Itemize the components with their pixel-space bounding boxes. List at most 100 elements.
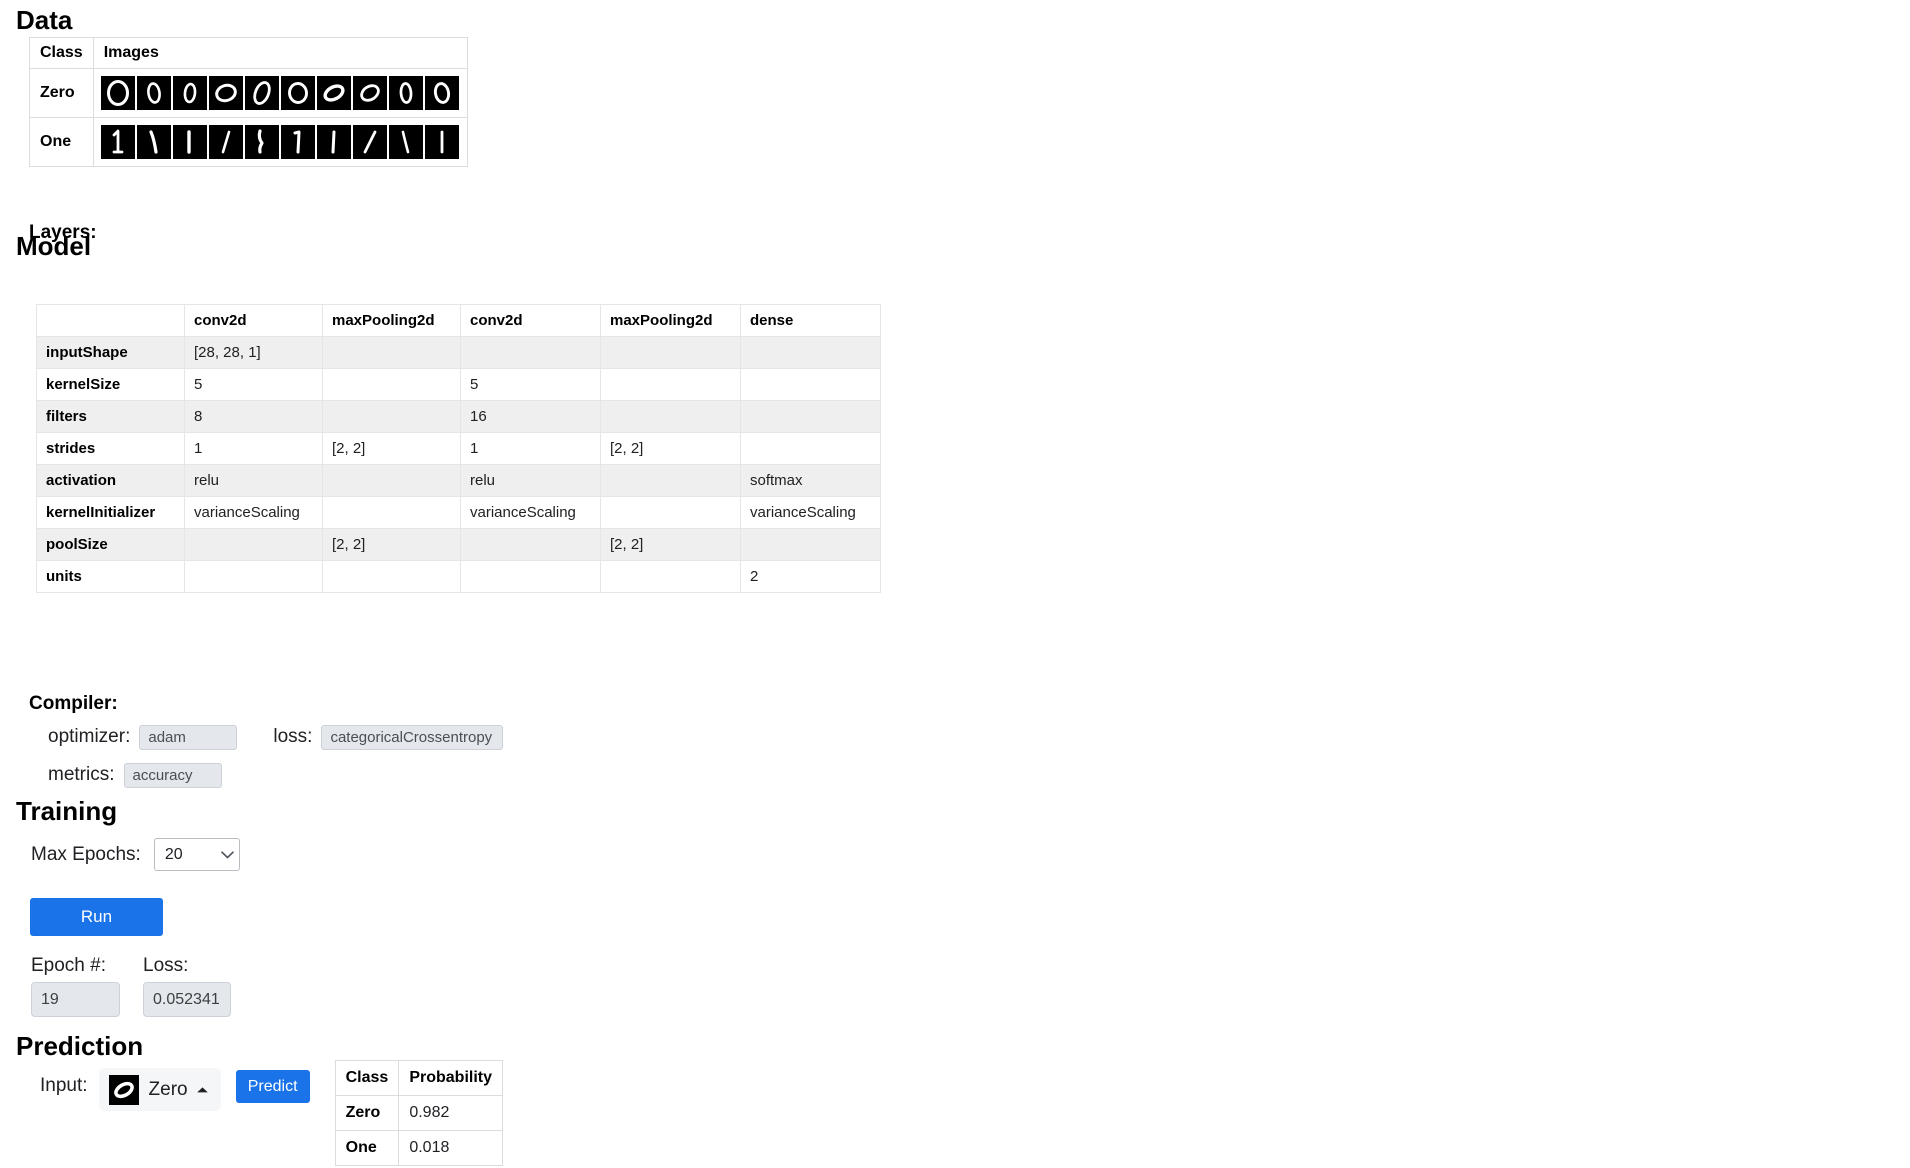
layers-value-cell bbox=[322, 496, 461, 529]
layers-header-row: conv2d maxPooling2d conv2d maxPooling2d dens… bbox=[36, 304, 881, 337]
model-layers-table: conv2d maxPooling2d conv2d maxPooling2d dens… bbox=[36, 304, 881, 593]
layers-value-cell: 8 bbox=[184, 400, 323, 433]
layers-value-cell: [2, 2] bbox=[600, 528, 741, 561]
layers-column-header: conv2d bbox=[460, 304, 601, 337]
data-samples-table: Class Images Zero One bbox=[29, 37, 468, 167]
prediction-probability-table: Class Probability Zero 0.982 One 0.018 bbox=[334, 1060, 504, 1166]
layers-property-label: strides bbox=[36, 432, 185, 465]
digit-one-thumbnail-icon bbox=[244, 125, 279, 159]
layers-value-cell bbox=[600, 464, 741, 497]
max-epochs-value: 20 bbox=[164, 845, 183, 863]
layers-value-cell: [2, 2] bbox=[322, 528, 461, 561]
layers-value-cell bbox=[740, 400, 881, 433]
layers-value-cell: [28, 28, 1] bbox=[184, 336, 323, 369]
loss-block: Loss: 0.052341 bbox=[143, 955, 231, 1017]
prediction-section-title: Prediction bbox=[16, 1031, 144, 1061]
metrics-label: metrics: bbox=[48, 764, 115, 785]
layers-value-cell bbox=[600, 368, 741, 401]
data-header-class: Class bbox=[29, 37, 94, 69]
layers-row: kernelInitializer varianceScaling variance… bbox=[36, 496, 881, 529]
layers-value-cell bbox=[184, 560, 323, 593]
digit-zero-thumbnail-icon bbox=[280, 76, 315, 110]
layers-property-label: poolSize bbox=[36, 528, 185, 561]
layers-value-cell bbox=[184, 528, 323, 561]
layers-value-cell bbox=[600, 336, 741, 369]
layers-value-cell: 16 bbox=[460, 400, 601, 433]
digit-zero-thumbnail-icon bbox=[388, 76, 423, 110]
digit-zero-thumbnail-icon bbox=[424, 76, 459, 110]
prob-row: Zero 0.982 bbox=[334, 1095, 504, 1131]
layers-property-label: units bbox=[36, 560, 185, 593]
chevron-up-icon bbox=[196, 1081, 209, 1099]
prediction-row: Input: Zero Predict Class Probability Ze… bbox=[40, 1060, 504, 1166]
digit-one-thumbnail-icon bbox=[172, 125, 207, 159]
input-selected-class: Zero bbox=[148, 1078, 188, 1100]
compiler-loss-field[interactable]: categoricalCrossentropy bbox=[321, 724, 504, 750]
digit-one-thumbnail-icon bbox=[316, 125, 351, 159]
data-row-images bbox=[92, 117, 468, 167]
layers-column-header: maxPooling2d bbox=[600, 304, 741, 337]
layers-value-cell: relu bbox=[184, 464, 323, 497]
digit-one-thumbnail-icon bbox=[388, 125, 423, 159]
layers-value-cell: 2 bbox=[740, 560, 881, 593]
prob-header-probability: Probability bbox=[398, 1060, 504, 1096]
run-button[interactable]: Run bbox=[30, 898, 163, 936]
input-label: Input: bbox=[40, 1075, 88, 1096]
layers-value-cell bbox=[460, 528, 601, 561]
epoch-value-field[interactable]: 19 bbox=[31, 982, 120, 1017]
digit-zero-thumbnail-icon bbox=[244, 76, 279, 110]
max-epochs-select[interactable]: 20 bbox=[153, 838, 240, 871]
layers-row: kernelSize 5 5 bbox=[36, 368, 881, 401]
digit-zero-thumbnail-icon bbox=[352, 76, 387, 110]
digit-zero-thumbnail-icon bbox=[136, 76, 171, 110]
layers-value-cell: varianceScaling bbox=[184, 496, 323, 529]
layers-value-cell: varianceScaling bbox=[740, 496, 881, 529]
layers-column-header: dense bbox=[740, 304, 881, 337]
layers-property-label: kernelSize bbox=[36, 368, 185, 401]
prob-header-row: Class Probability bbox=[334, 1060, 504, 1096]
optimizer-field[interactable]: adam bbox=[139, 724, 238, 750]
epoch-label: Epoch #: bbox=[31, 955, 106, 976]
layers-value-cell bbox=[600, 496, 741, 529]
max-epochs-row: Max Epochs: 20 bbox=[31, 838, 240, 871]
predict-button[interactable]: Predict bbox=[235, 1070, 310, 1103]
data-table-body: Zero One bbox=[29, 68, 468, 167]
layers-value-cell bbox=[322, 368, 461, 401]
layers-column-header: maxPooling2d bbox=[322, 304, 461, 337]
metrics-field[interactable]: accuracy bbox=[123, 762, 222, 788]
layers-property-label: activation bbox=[36, 464, 185, 497]
loss-value-field[interactable]: 0.052341 bbox=[143, 982, 231, 1017]
layers-row: inputShape [28, 28, 1] bbox=[36, 336, 881, 369]
layers-label: Layers: bbox=[29, 222, 97, 243]
prob-row-class: Zero bbox=[334, 1095, 400, 1131]
compiler-row-optimizer: optimizer: adam loss: categoricalCrossen… bbox=[48, 718, 504, 756]
digit-one-thumbnail-icon bbox=[136, 125, 171, 159]
compiler-loss-label: loss: bbox=[273, 726, 313, 747]
digit-zero-thumbnail-icon bbox=[316, 76, 351, 110]
layers-row: units 2 bbox=[36, 560, 881, 593]
layers-value-cell: softmax bbox=[740, 464, 881, 497]
layers-value-cell: relu bbox=[460, 464, 601, 497]
layers-row: filters 8 16 bbox=[36, 400, 881, 433]
data-row-zero: Zero bbox=[29, 68, 468, 118]
layers-value-cell bbox=[322, 400, 461, 433]
training-section-title: Training bbox=[16, 796, 118, 826]
layers-value-cell: varianceScaling bbox=[460, 496, 601, 529]
layers-value-cell bbox=[322, 464, 461, 497]
layers-value-cell: 5 bbox=[184, 368, 323, 401]
digit-one-thumbnail-icon bbox=[100, 125, 135, 159]
input-class-select[interactable]: Zero bbox=[98, 1068, 221, 1111]
layers-value-cell bbox=[600, 560, 741, 593]
data-row-class-label: One bbox=[29, 117, 94, 167]
layers-value-cell bbox=[740, 336, 881, 369]
prob-row-value: 0.982 bbox=[398, 1095, 504, 1131]
data-row-class-label: Zero bbox=[29, 68, 94, 118]
layers-value-cell bbox=[322, 560, 461, 593]
data-header-images: Images bbox=[92, 37, 468, 69]
data-row-one: One bbox=[29, 117, 468, 167]
layers-value-cell bbox=[740, 432, 881, 465]
layers-property-label: filters bbox=[36, 400, 185, 433]
prob-header-class: Class bbox=[334, 1060, 400, 1096]
layers-property-label: kernelInitializer bbox=[36, 496, 185, 529]
digit-one-thumbnail-icon bbox=[208, 125, 243, 159]
